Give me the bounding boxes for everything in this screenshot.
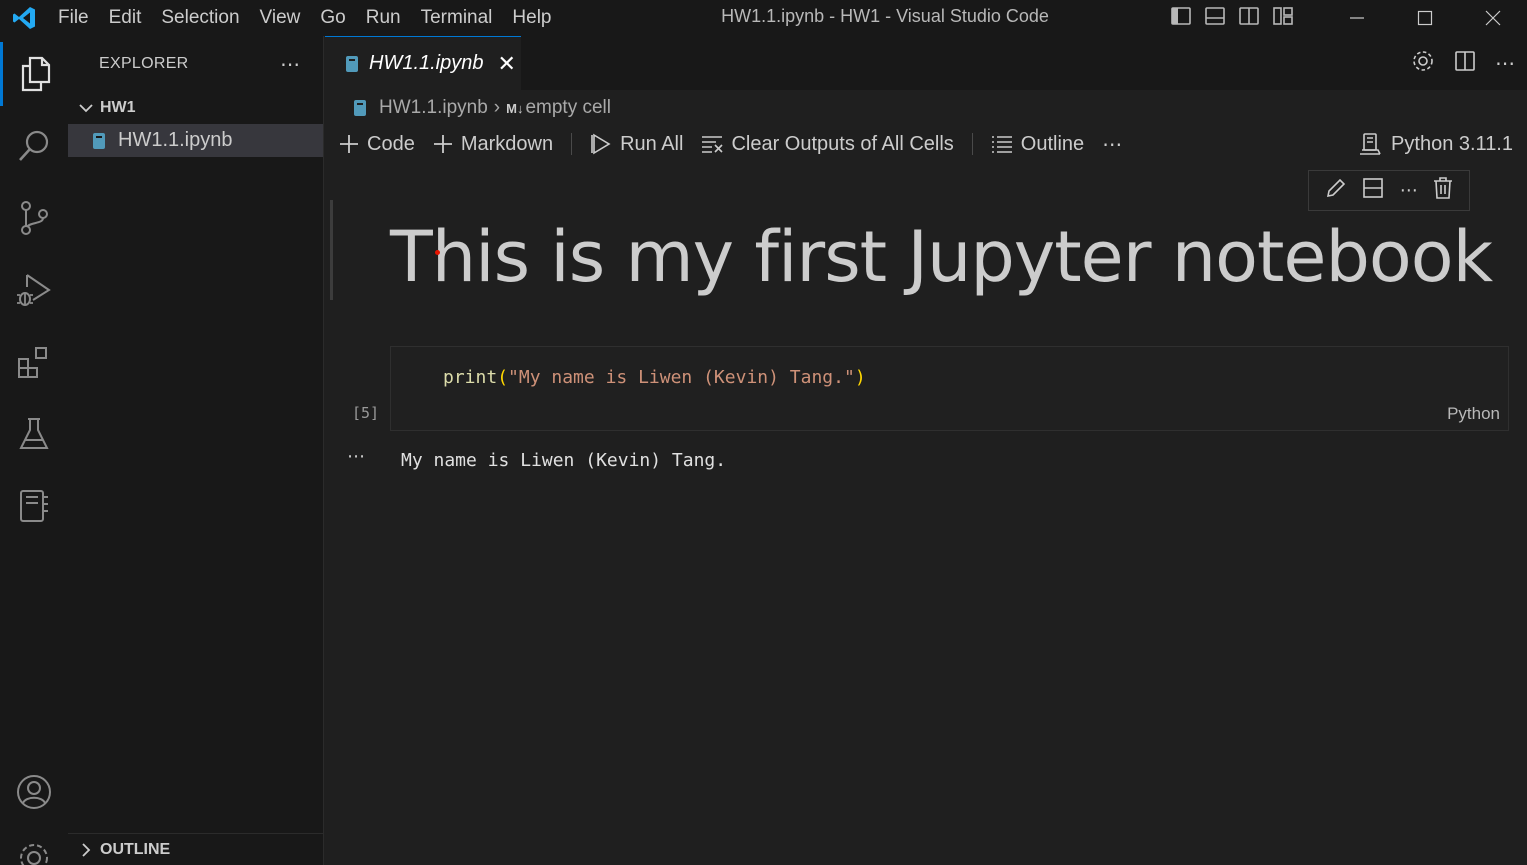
folder-label: HW1 [100, 99, 136, 116]
vscode-logo-icon [0, 0, 48, 36]
plus-icon [340, 135, 358, 153]
toolbar-divider [971, 133, 973, 155]
execution-count: [5] [352, 404, 380, 422]
split-editor-icon[interactable] [1453, 49, 1477, 78]
outline-label: OUTLINE [100, 840, 171, 858]
outline-label: Outline [1020, 132, 1085, 155]
kernel-label: Python 3.11.1 [1391, 132, 1513, 155]
manage-gear-icon[interactable] [0, 826, 68, 865]
accounts-icon[interactable] [0, 760, 68, 824]
maximize-button[interactable] [1391, 0, 1459, 36]
clear-outputs-button[interactable]: Clear Outputs of All Cells [701, 132, 954, 156]
text-cursor-marker [435, 250, 440, 255]
notebook-file-icon [354, 100, 366, 116]
clear-outputs-label: Clear Outputs of All Cells [731, 132, 954, 155]
editor-more-actions-icon[interactable]: ⋯ [1495, 51, 1515, 76]
close-window-button[interactable] [1459, 0, 1527, 36]
code-line[interactable]: print("My name is Liwen (Kevin) Tang.") [443, 367, 866, 388]
add-code-label: Code [367, 132, 415, 155]
code-function-token: print [443, 367, 498, 388]
menu-selection[interactable]: Selection [151, 0, 249, 36]
split-cell-icon[interactable] [1362, 177, 1384, 204]
focused-cell-indicator [330, 200, 333, 300]
menu-bar: File Edit Selection View Go Run Terminal… [48, 0, 562, 36]
explorer-icon[interactable] [0, 42, 68, 106]
minimize-button[interactable] [1323, 0, 1391, 36]
delete-cell-trash-icon[interactable] [1433, 177, 1453, 204]
jupyter-notebook-icon[interactable] [0, 474, 68, 538]
code-cell[interactable]: print("My name is Liwen (Kevin) Tang.") … [390, 346, 1509, 431]
toggle-primary-sidebar-icon[interactable] [1169, 4, 1193, 33]
file-label: HW1.1.ipynb [118, 129, 233, 151]
markdown-heading[interactable]: This is my first Jupyter notebook [390, 216, 1493, 298]
notebook-file-icon [346, 55, 358, 72]
explorer-sidebar: EXPLORER ⋯ HW1 HW1.1.ipynb OUTLINE [68, 36, 324, 865]
search-icon[interactable] [0, 114, 68, 178]
cell-language-label[interactable]: Python [1447, 404, 1500, 424]
cell-toolbar: ⋯ [1308, 170, 1470, 211]
breadcrumb: HW1.1.ipynb › M↓ empty cell [325, 90, 1527, 126]
kernel-picker[interactable]: Python 3.11.1 [1359, 126, 1513, 162]
output-more-actions-icon[interactable]: ⋯ [347, 446, 366, 467]
markdown-badge-icon: M↓ [506, 100, 524, 116]
add-markdown-label: Markdown [460, 132, 554, 155]
toggle-panel-icon[interactable] [1203, 4, 1227, 33]
edit-cell-pencil-icon[interactable] [1325, 177, 1347, 204]
toolbar-more-actions-icon[interactable]: ⋯ [1102, 132, 1122, 157]
toolbar-divider [571, 133, 573, 155]
add-code-cell-button[interactable]: Code [339, 133, 415, 156]
outline-section[interactable]: OUTLINE [68, 833, 324, 865]
extensions-icon[interactable] [0, 330, 68, 394]
folder-hw1[interactable]: HW1 [68, 92, 323, 124]
code-string-token: "My name is Liwen (Kevin) Tang." [508, 367, 855, 388]
list-icon [991, 136, 1012, 153]
customize-layout-icon[interactable] [1271, 4, 1295, 33]
plus-icon [433, 135, 452, 153]
notebook-file-icon [93, 132, 105, 149]
tab-label: HW1.1.ipynb [369, 52, 484, 74]
breadcrumb-cell[interactable]: empty cell [525, 97, 611, 119]
explorer-more-actions-icon[interactable]: ⋯ [280, 52, 301, 77]
tab-bar: HW1.1.ipynb ✕ ⋯ [325, 36, 1527, 90]
explorer-title: EXPLORER [99, 55, 189, 72]
notebook-settings-gear-icon[interactable] [1411, 49, 1435, 78]
code-paren-token: ) [854, 367, 866, 388]
breadcrumb-separator-icon: › [493, 97, 501, 118]
menu-file[interactable]: File [48, 0, 99, 36]
toggle-secondary-sidebar-icon[interactable] [1237, 4, 1261, 33]
menu-help[interactable]: Help [502, 0, 561, 36]
activity-bar [0, 36, 68, 865]
add-markdown-cell-button[interactable]: Markdown [433, 133, 553, 156]
notebook-toolbar: Code Markdown Run All Clear Outputs of A… [325, 126, 1527, 162]
cell-more-actions-icon[interactable]: ⋯ [1400, 180, 1418, 201]
clear-all-icon [702, 136, 724, 153]
tab-hw1-ipynb[interactable]: HW1.1.ipynb ✕ [325, 36, 521, 90]
breadcrumb-file[interactable]: HW1.1.ipynb [379, 97, 488, 119]
run-all-label: Run All [620, 132, 684, 155]
run-all-icon [591, 133, 611, 155]
cell-output: My name is Liwen (Kevin) Tang. [401, 450, 727, 471]
chevron-right-icon [82, 842, 91, 857]
code-paren-token: ( [497, 367, 509, 388]
outline-button[interactable]: Outline [991, 133, 1084, 156]
menu-run[interactable]: Run [356, 0, 411, 36]
menu-view[interactable]: View [250, 0, 311, 36]
menu-edit[interactable]: Edit [99, 0, 152, 36]
testing-icon[interactable] [0, 402, 68, 466]
chevron-down-icon [79, 104, 93, 113]
source-control-icon[interactable] [0, 186, 68, 250]
run-all-button[interactable]: Run All [590, 133, 683, 156]
kernel-server-icon [1360, 133, 1381, 155]
file-item-hw1-ipynb[interactable]: HW1.1.ipynb [68, 124, 323, 157]
editor-area: HW1.1.ipynb ✕ ⋯ HW1.1.ipynb › M↓ empty c… [325, 36, 1527, 865]
close-tab-icon[interactable]: ✕ [498, 51, 516, 77]
title-bar: File Edit Selection View Go Run Terminal… [0, 0, 1527, 36]
menu-go[interactable]: Go [310, 0, 355, 36]
run-and-debug-icon[interactable] [0, 258, 68, 322]
menu-terminal[interactable]: Terminal [411, 0, 503, 36]
